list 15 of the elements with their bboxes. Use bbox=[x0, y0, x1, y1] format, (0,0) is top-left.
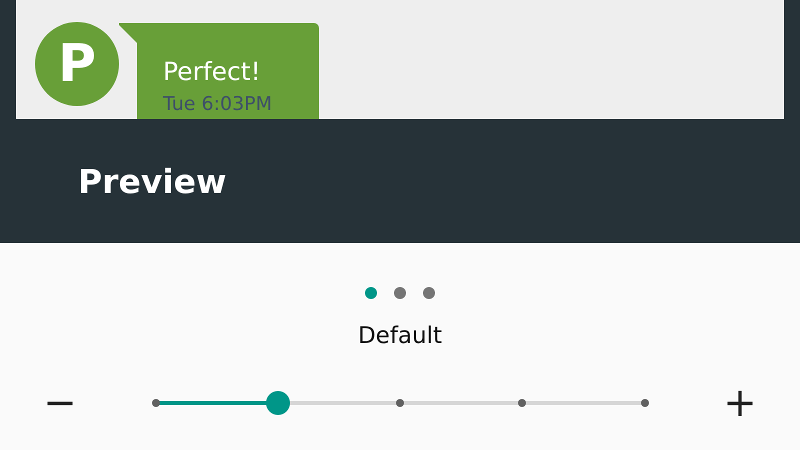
slider-tick bbox=[640, 399, 648, 407]
slider-tick bbox=[518, 399, 526, 407]
size-label: Default bbox=[358, 323, 442, 349]
page-indicator-dot[interactable] bbox=[423, 287, 435, 299]
slider-tick bbox=[152, 399, 160, 407]
message-time: Tue 6:03PM bbox=[163, 92, 274, 117]
page-indicator-dot[interactable] bbox=[365, 287, 377, 299]
slider-tick bbox=[396, 399, 404, 407]
page-indicator-dot[interactable] bbox=[394, 287, 406, 299]
page-title: Preview bbox=[78, 162, 227, 200]
message-text: Perfect! bbox=[163, 56, 262, 88]
increase-button[interactable]: + bbox=[720, 383, 760, 423]
decrease-button[interactable]: − bbox=[40, 383, 80, 423]
avatar: P bbox=[35, 22, 119, 106]
slider-thumb[interactable] bbox=[266, 391, 290, 415]
